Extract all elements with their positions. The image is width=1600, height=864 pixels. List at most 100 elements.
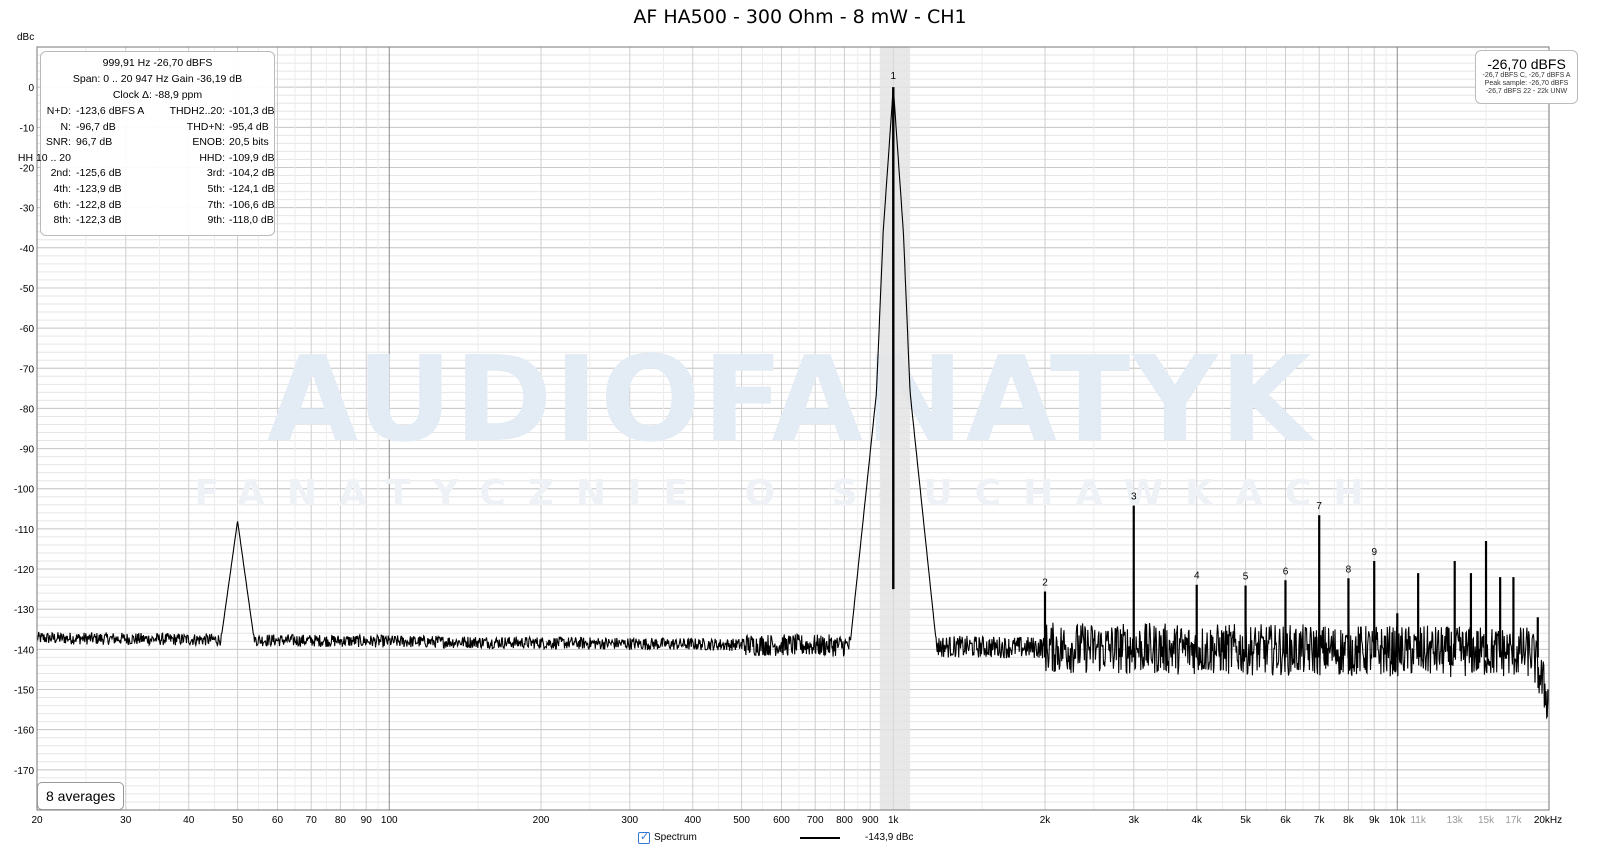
stats-value: -122,8 dB: [76, 198, 122, 211]
harmonic-label: 3: [1131, 492, 1137, 503]
stats-label: 7th:: [207, 198, 225, 211]
stats-label: ENOB:: [192, 136, 225, 149]
x-tick-label: 60: [272, 815, 284, 826]
legend-label[interactable]: Spectrum: [654, 832, 697, 843]
x-tick-label: 9k: [1369, 815, 1381, 826]
harmonic-label: 2: [1042, 578, 1048, 589]
watermark: AUDIOFANATYK FANATYCZNIE O SŁUCHAWKACH: [195, 330, 1386, 514]
y-tick-label: -80: [20, 404, 35, 415]
harmonic-label: 7: [1316, 501, 1322, 512]
y-tick-label: -100: [14, 485, 34, 496]
x-tick-label: 13k: [1447, 815, 1464, 826]
x-tick-label: 90: [361, 815, 373, 826]
x-tick-label: 5k: [1240, 815, 1252, 826]
y-tick-label: -170: [14, 766, 34, 777]
x-tick-label: 30: [120, 815, 132, 826]
harmonic-label: 4: [1194, 571, 1200, 582]
level-panel: -26,70 dBFS -26,7 dBFS C, -26,7 dBFS A P…: [1475, 50, 1578, 104]
x-tick-label: 17k: [1505, 815, 1522, 826]
level-line-3: -26,7 dBFS 22 - 22k UNW: [1485, 88, 1568, 95]
stats-label: 2nd:: [50, 167, 71, 180]
watermark-text: AUDIOFANATYK: [267, 330, 1316, 468]
stats-label: HHD:: [199, 151, 225, 164]
stats-value: -101,3 dB: [229, 105, 275, 117]
stats-value: -124,1 dB: [229, 183, 275, 195]
x-tick-label: 40: [183, 815, 195, 826]
x-tick-label: 500: [733, 815, 750, 826]
fundamental-label: 1: [890, 71, 896, 82]
watermark-subtext: FANATYCZNIE O SŁUCHAWKACH: [195, 473, 1386, 514]
x-tick-label: 80: [335, 815, 347, 826]
legend-swatch: [800, 837, 840, 839]
stats-value: -118,0 dB: [229, 214, 274, 227]
stats-frequency-level: 999,91 Hz -26,70 dBFS: [102, 57, 213, 69]
chart-title: AF HA500 - 300 Ohm - 8 mW - CH1: [633, 6, 967, 28]
highlight-band: [879, 47, 911, 810]
x-tick-label: 4k: [1191, 815, 1203, 826]
y-tick-label: -70: [20, 364, 35, 375]
x-tick-label: 6k: [1280, 815, 1292, 826]
y-tick-label: -60: [20, 324, 35, 335]
x-tick-label: 400: [684, 815, 701, 826]
fundamental-band: [879, 47, 911, 810]
legend-value: -143,9 dBc: [865, 832, 914, 843]
stats-value: -123,9 dB: [76, 183, 122, 195]
stats-label: THD+N:: [186, 120, 225, 133]
x-tick-label: 100: [381, 815, 398, 826]
stats-label: 5th:: [207, 183, 225, 195]
harmonic-label: 9: [1371, 547, 1377, 558]
x-tick-label: 3k: [1128, 815, 1140, 826]
y-tick-label: -50: [20, 284, 35, 295]
stats-label: SNR:: [45, 136, 71, 149]
y-tick-label: -130: [14, 605, 34, 616]
y-axis-unit: dBc: [17, 32, 35, 43]
y-tick-label: -160: [14, 726, 34, 737]
x-tick-label: 300: [621, 815, 638, 826]
stats-value: 96,7 dB: [76, 136, 113, 149]
stats-label: N:: [60, 120, 72, 133]
x-tick-label: 15k: [1478, 815, 1495, 826]
level-main: -26,70 dBFS: [1487, 56, 1566, 72]
y-tick-label: 0: [28, 83, 34, 94]
x-tick-label: 8k: [1343, 815, 1355, 826]
y-tick-label: -40: [20, 244, 35, 255]
harmonic-label: 5: [1243, 572, 1249, 583]
spectrum-checkbox[interactable]: ✓: [638, 831, 650, 844]
x-tick-label: 900: [862, 815, 879, 826]
x-tick-label: 50: [232, 815, 244, 826]
stats-value: -125,6 dB: [76, 167, 122, 180]
level-line-2: Peak sample: -26,70 dBFS: [1484, 80, 1569, 87]
stats-value: 20,5 bits: [229, 136, 269, 149]
x-tick-label: 700: [807, 815, 824, 826]
y-tick-label: -120: [14, 565, 34, 576]
stats-label: 4th:: [53, 183, 71, 195]
harmonic-label: 8: [1346, 564, 1352, 575]
x-tick-label: 11k: [1410, 815, 1426, 826]
harmonic-label: 6: [1283, 566, 1289, 577]
y-tick-label: -140: [14, 645, 34, 656]
stats-label: 9th:: [207, 214, 225, 227]
stats-value: -104,2 dB: [229, 167, 275, 180]
check-icon: ✓: [640, 831, 650, 843]
stats-value: -95,4 dB: [229, 120, 269, 133]
stats-label: N+D:: [46, 105, 71, 117]
x-tick-label: 10k: [1389, 815, 1406, 826]
legend: ✓ Spectrum -143,9 dBc: [0, 831, 1600, 847]
stats-label: THDH2..20:: [169, 105, 225, 117]
averages-badge[interactable]: 8 averages: [37, 782, 125, 810]
stats-value: -109,9 dB: [229, 151, 275, 164]
x-tick-label: 2k: [1040, 815, 1052, 826]
y-tick-label: -110: [15, 525, 35, 536]
stats-panel: 999,91 Hz -26,70 dBFS Span: 0 .. 20 947 …: [18, 51, 275, 236]
stats-span-gain: Span: 0 .. 20 947 Hz Gain -36,19 dB: [72, 73, 243, 85]
stats-value: -122,3 dB: [76, 214, 122, 227]
x-tick-label: 20: [31, 815, 43, 826]
stats-label: 8th:: [53, 214, 71, 227]
stats-label: HH 10 .. 20: [17, 151, 71, 164]
stats-value: -106,6 dB: [229, 198, 275, 211]
x-tick-label: 200: [533, 815, 550, 826]
x-tick-label: 20kHz: [1534, 815, 1562, 826]
stats-label: 3rd:: [206, 167, 225, 180]
y-tick-label: -150: [14, 686, 34, 697]
y-tick-label: -90: [20, 445, 35, 456]
